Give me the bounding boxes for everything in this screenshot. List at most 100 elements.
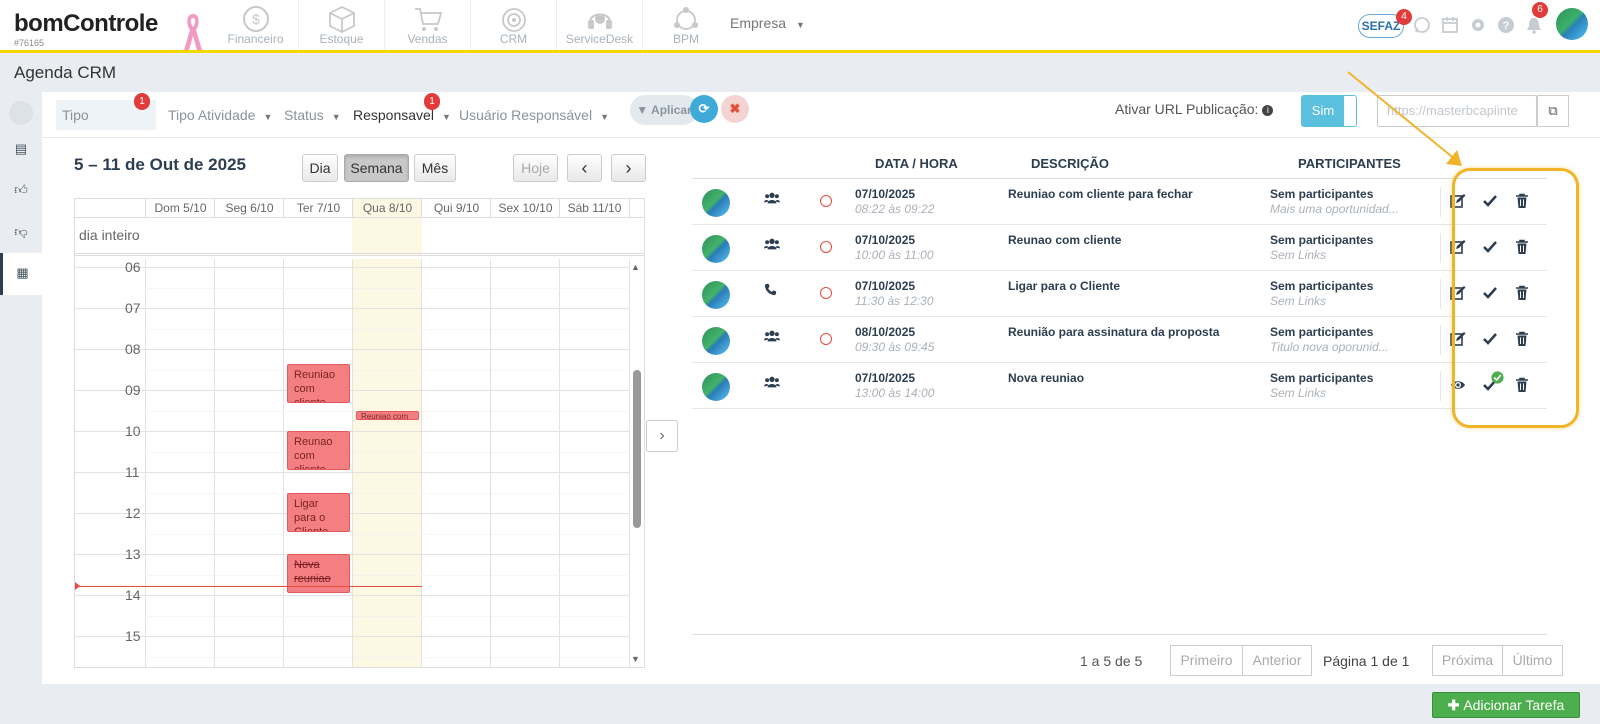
task-date: 07/10/2025 [855, 233, 916, 247]
nav-financeiro[interactable]: $ Financeiro [213, 0, 299, 50]
pager-info: 1 a 5 de 5 [1080, 653, 1143, 669]
day-header: Sáb 11/10 [559, 199, 629, 218]
page-title: Agenda CRM [14, 63, 117, 82]
day-column-line [559, 259, 560, 667]
owner-avatar [702, 189, 730, 217]
table-row[interactable]: 07/10/2025 11:30 às 12:30 Ligar para o Cli… [692, 271, 1547, 317]
filter-tipo-atividade[interactable]: Tipo Atividade ▼ [168, 100, 272, 130]
scroll-down-icon[interactable]: ▼ [631, 654, 640, 664]
nav-bpm[interactable]: BPM [643, 0, 729, 50]
sidebar-item-calendar[interactable]: ▦ [0, 253, 42, 295]
copy-url-button[interactable]: ⧉ [1537, 95, 1569, 127]
half-hour-line [145, 492, 630, 494]
calendar-event[interactable]: Nova reuniao [287, 554, 350, 593]
caret-down-icon: ▼ [263, 112, 273, 122]
nav-crm[interactable]: CRM [471, 0, 557, 50]
nav-servicedesk[interactable]: ServiceDesk [557, 0, 643, 50]
svg-text:$: $ [252, 11, 260, 27]
pager-last-button[interactable]: Último [1502, 645, 1563, 676]
table-row[interactable]: 07/10/2025 13:00 às 14:00 Nova reuniao Sem … [692, 363, 1547, 409]
hour-label: 11 [125, 464, 140, 480]
calendar-next-button[interactable]: › [611, 154, 646, 182]
filter-usuario-responsavel[interactable]: Usuário Responsável ▼ [459, 100, 609, 130]
sidebar-item-dislike[interactable]: 👎︎ [0, 212, 42, 252]
apply-filter-button[interactable]: ▼ Aplicar [630, 95, 698, 125]
hour-label: 08 [125, 341, 141, 357]
refresh-button[interactable]: ⟳ [690, 95, 718, 123]
calendar-scrollbar[interactable]: ▲ ▼ [631, 262, 643, 665]
calendar-icon[interactable] [1441, 16, 1459, 34]
sidebar-item-copy[interactable]: ▤ [0, 129, 42, 169]
toggle-panel-button[interactable]: › [646, 420, 678, 452]
user-avatar[interactable] [1556, 8, 1588, 40]
calendar-event[interactable]: Reuniao com [356, 410, 419, 420]
empresa-dropdown[interactable]: Empresa ▼ [730, 15, 805, 31]
plus-icon: ✚ [1447, 697, 1464, 713]
circle-arrow-icon [9, 100, 33, 125]
view-day-button[interactable]: Dia [302, 154, 338, 182]
table-row[interactable]: 07/10/2025 10:00 às 11:00 Reunao com clien… [692, 225, 1547, 271]
empresa-label: Empresa [730, 15, 787, 31]
refresh-icon: ⟳ [698, 101, 710, 116]
clear-filter-button[interactable]: ✖ [721, 95, 749, 123]
info-icon: i [1262, 104, 1274, 116]
task-time: 13:00 às 14:00 [855, 386, 935, 400]
task-description: Reuniao com cliente para fechar [1008, 187, 1193, 201]
filter-label: Responsavel [353, 107, 434, 123]
view-week-button[interactable]: Semana [344, 154, 409, 182]
day-column-line [283, 259, 284, 667]
day-column-line [629, 259, 630, 667]
copy-icon: ▤ [14, 141, 28, 156]
add-task-button[interactable]: ✚ Adicionar Tarefa [1432, 692, 1580, 718]
task-time: 08:22 às 09:22 [855, 202, 935, 216]
task-subtitle: Titulo nova oporunid... [1270, 340, 1389, 354]
bell-icon[interactable] [1525, 16, 1543, 34]
filter-status[interactable]: Status ▼ [284, 100, 341, 130]
calendar-prev-button[interactable]: ‹ [567, 154, 602, 182]
thumbs-down-icon: 👎︎ [14, 224, 28, 239]
phone-icon [764, 283, 782, 299]
calendar-event[interactable]: Reuniao com cliente [287, 364, 350, 404]
nav-label: ServiceDesk [565, 32, 634, 46]
hour-line [75, 472, 630, 473]
today-button[interactable]: Hoje [513, 154, 558, 182]
group-icon [764, 375, 782, 391]
pager-next-button[interactable]: Próxima [1432, 645, 1503, 676]
nav-estoque[interactable]: Estoque [299, 0, 385, 50]
nav-vendas[interactable]: Vendas [385, 0, 471, 50]
group-icon [764, 237, 782, 253]
hour-line [75, 595, 630, 596]
task-date: 07/10/2025 [855, 187, 916, 201]
gear-icon[interactable] [1469, 16, 1487, 34]
scroll-up-icon[interactable]: ▲ [631, 262, 640, 272]
sidebar-item-like[interactable]: 👍︎ [0, 170, 42, 210]
sidebar-item-toggle[interactable] [0, 92, 42, 132]
hour-label: 12 [125, 505, 141, 521]
table-row[interactable]: 08/10/2025 09:30 às 09:45 Reunião para ass… [692, 317, 1547, 363]
scroll-thumb[interactable] [633, 370, 641, 528]
calendar-event[interactable]: Ligar para o Cliente [287, 492, 350, 532]
filter-badge: 1 [424, 93, 440, 110]
col-header-date: DATA / HORA [875, 156, 958, 171]
filter-icon: ▼ [636, 103, 652, 117]
day-column-line [490, 259, 491, 667]
pager-first-button[interactable]: Primeiro [1170, 645, 1243, 676]
day-column-line [352, 259, 353, 667]
hour-line [75, 390, 630, 391]
table-row[interactable]: 07/10/2025 08:22 às 09:22 Reuniao com clie… [692, 179, 1547, 225]
hour-label: 13 [125, 546, 141, 562]
calendar-day-headers: Dom 5/10 Seg 6/10 Ter 7/10 Qua 8/10 Qui … [75, 199, 644, 218]
day-header: Dom 5/10 [145, 199, 215, 218]
half-hour-line [145, 369, 630, 371]
calendar-event[interactable]: Reunao com cliente [287, 431, 350, 470]
help-icon[interactable]: ? [1497, 16, 1515, 34]
pager-prev-button[interactable]: Anterior [1242, 645, 1312, 676]
logo[interactable]: bomControle [14, 10, 158, 38]
half-hour-line [145, 656, 630, 658]
apply-label: Aplicar [651, 103, 692, 117]
filter-label: Usuário Responsável [459, 107, 593, 123]
task-subtitle: Sem Links [1270, 386, 1327, 400]
view-month-button[interactable]: Mês [414, 154, 456, 182]
whatsapp-icon[interactable] [1413, 16, 1431, 34]
owner-avatar [702, 373, 730, 401]
